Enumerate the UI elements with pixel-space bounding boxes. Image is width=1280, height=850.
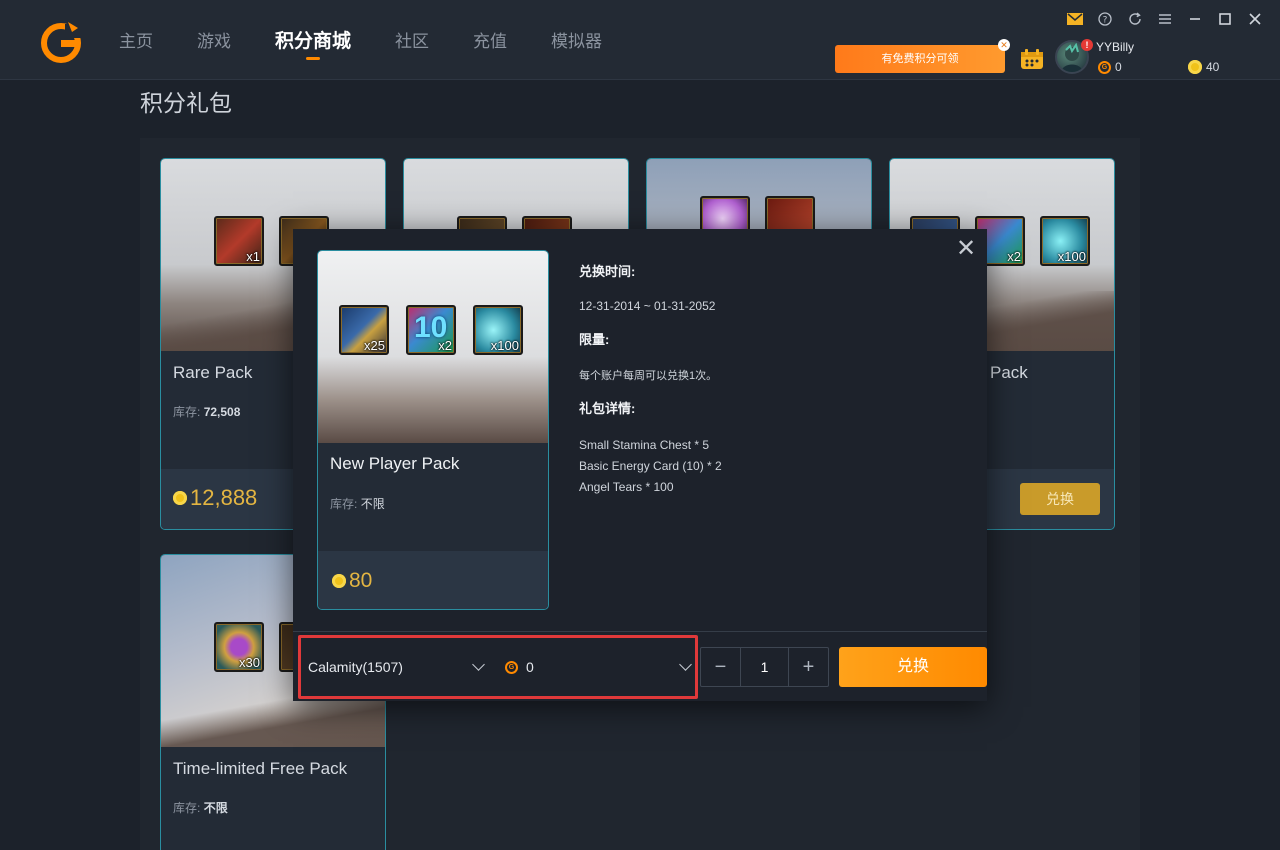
help-icon[interactable]: ?: [1092, 8, 1118, 30]
daily-checkin-icon[interactable]: [1020, 48, 1044, 70]
decrement-button[interactable]: −: [701, 648, 740, 686]
treasure-chest-icon: x1: [214, 216, 264, 266]
app-logo-icon[interactable]: [38, 18, 84, 64]
points-balance-value: 40: [1206, 60, 1220, 74]
angel-tears-icon: x100: [1040, 216, 1090, 266]
pack-name: Time-limited Free Pack: [173, 759, 348, 778]
points-balance: 40: [1188, 60, 1219, 74]
limit-value: 每个账户每周可以兑换1次。: [579, 370, 718, 382]
notification-badge: !: [1081, 39, 1093, 51]
increment-button[interactable]: +: [789, 648, 828, 686]
magic-pouch-icon: x30: [214, 622, 264, 672]
minimize-icon[interactable]: [1182, 8, 1208, 30]
list-item: Small Stamina Chest * 5: [579, 438, 710, 452]
pack-stock: 库存: 72,508: [173, 405, 241, 419]
pack-name: Rare Pack: [173, 363, 253, 382]
chevron-down-icon: [679, 658, 692, 671]
pack-price: 80: [332, 569, 372, 593]
top-bar: 主页 游戏 积分商城 社区 充值 模拟器 ? 有免费积分可领 ✕ ! YYBil…: [0, 0, 1280, 80]
divider: [293, 631, 987, 632]
role-select-value: 0: [526, 659, 534, 675]
nav-emulator[interactable]: 模拟器: [532, 0, 621, 80]
close-window-icon[interactable]: [1242, 8, 1268, 30]
mail-icon[interactable]: [1062, 8, 1088, 30]
limit-label: 限量:: [579, 332, 610, 347]
stamina-chest-icon: x25: [339, 305, 389, 355]
angel-tears-icon: x100: [473, 305, 523, 355]
nav-home[interactable]: 主页: [100, 0, 172, 80]
nav-recharge[interactable]: 充值: [454, 0, 526, 80]
refresh-icon[interactable]: [1122, 8, 1148, 30]
pack-name: Pack: [990, 363, 1028, 382]
svg-text:?: ?: [1103, 16, 1108, 26]
gcoin-icon: G: [505, 660, 518, 674]
main-nav: 主页 游戏 积分商城 社区 充值 模拟器: [100, 0, 627, 80]
pack-name: New Player Pack: [330, 454, 460, 473]
list-item: Basic Energy Card (10) * 2: [579, 459, 722, 473]
free-points-button[interactable]: 有免费积分可领: [835, 45, 1005, 73]
quantity-input[interactable]: [740, 648, 789, 686]
gcoin-balance-value: 0: [1115, 60, 1122, 74]
username[interactable]: YYBilly: [1096, 40, 1134, 54]
pack-stock: 库存: 不限: [173, 801, 228, 815]
pack-price: 12,888: [173, 485, 257, 511]
nav-games[interactable]: 游戏: [178, 0, 250, 80]
points-coin-icon: [173, 491, 187, 505]
promo-close-icon[interactable]: ✕: [998, 39, 1010, 51]
list-item: Angel Tears * 100: [579, 480, 674, 494]
quantity-stepper: − +: [700, 647, 829, 687]
gcoin-balance: G 0: [1098, 60, 1122, 74]
modal-pack-card: x25 10 x2 x100 New Player Pack 库存: 不限 80: [317, 250, 549, 610]
nav-community[interactable]: 社区: [376, 0, 448, 80]
window-controls: ?: [1062, 8, 1268, 30]
points-coin-icon: [1188, 60, 1202, 74]
server-select-value: Calamity(1507): [308, 659, 403, 675]
menu-icon[interactable]: [1152, 8, 1178, 30]
redeem-button[interactable]: 兑换: [1020, 483, 1100, 515]
exchange-button[interactable]: 兑换: [839, 647, 987, 687]
nav-points-mall[interactable]: 积分商城: [256, 0, 370, 80]
pack-detail-modal: ✕ x25 10 x2 x100 New Player Pack 库存: 不限 …: [293, 229, 987, 701]
energy-card-icon: 10 x2: [406, 305, 456, 355]
role-select[interactable]: G 0: [505, 658, 692, 675]
pack-details-label: 礼包详情:: [579, 401, 636, 416]
redeem-time-value: 12-31-2014 ~ 01-31-2052: [579, 299, 716, 313]
maximize-icon[interactable]: [1212, 8, 1238, 30]
page-title: 积分礼包: [140, 90, 232, 116]
gcoin-icon: G: [1098, 60, 1111, 74]
pack-stock: 库存: 不限: [330, 497, 385, 511]
chevron-down-icon: [472, 658, 485, 671]
pack-contents-list: Small Stamina Chest * 5 Basic Energy Car…: [579, 435, 722, 498]
redeem-time-label: 兑换时间:: [579, 264, 636, 279]
points-coin-icon: [332, 574, 346, 588]
server-select[interactable]: Calamity(1507): [308, 658, 485, 675]
close-icon[interactable]: ✕: [955, 237, 977, 261]
